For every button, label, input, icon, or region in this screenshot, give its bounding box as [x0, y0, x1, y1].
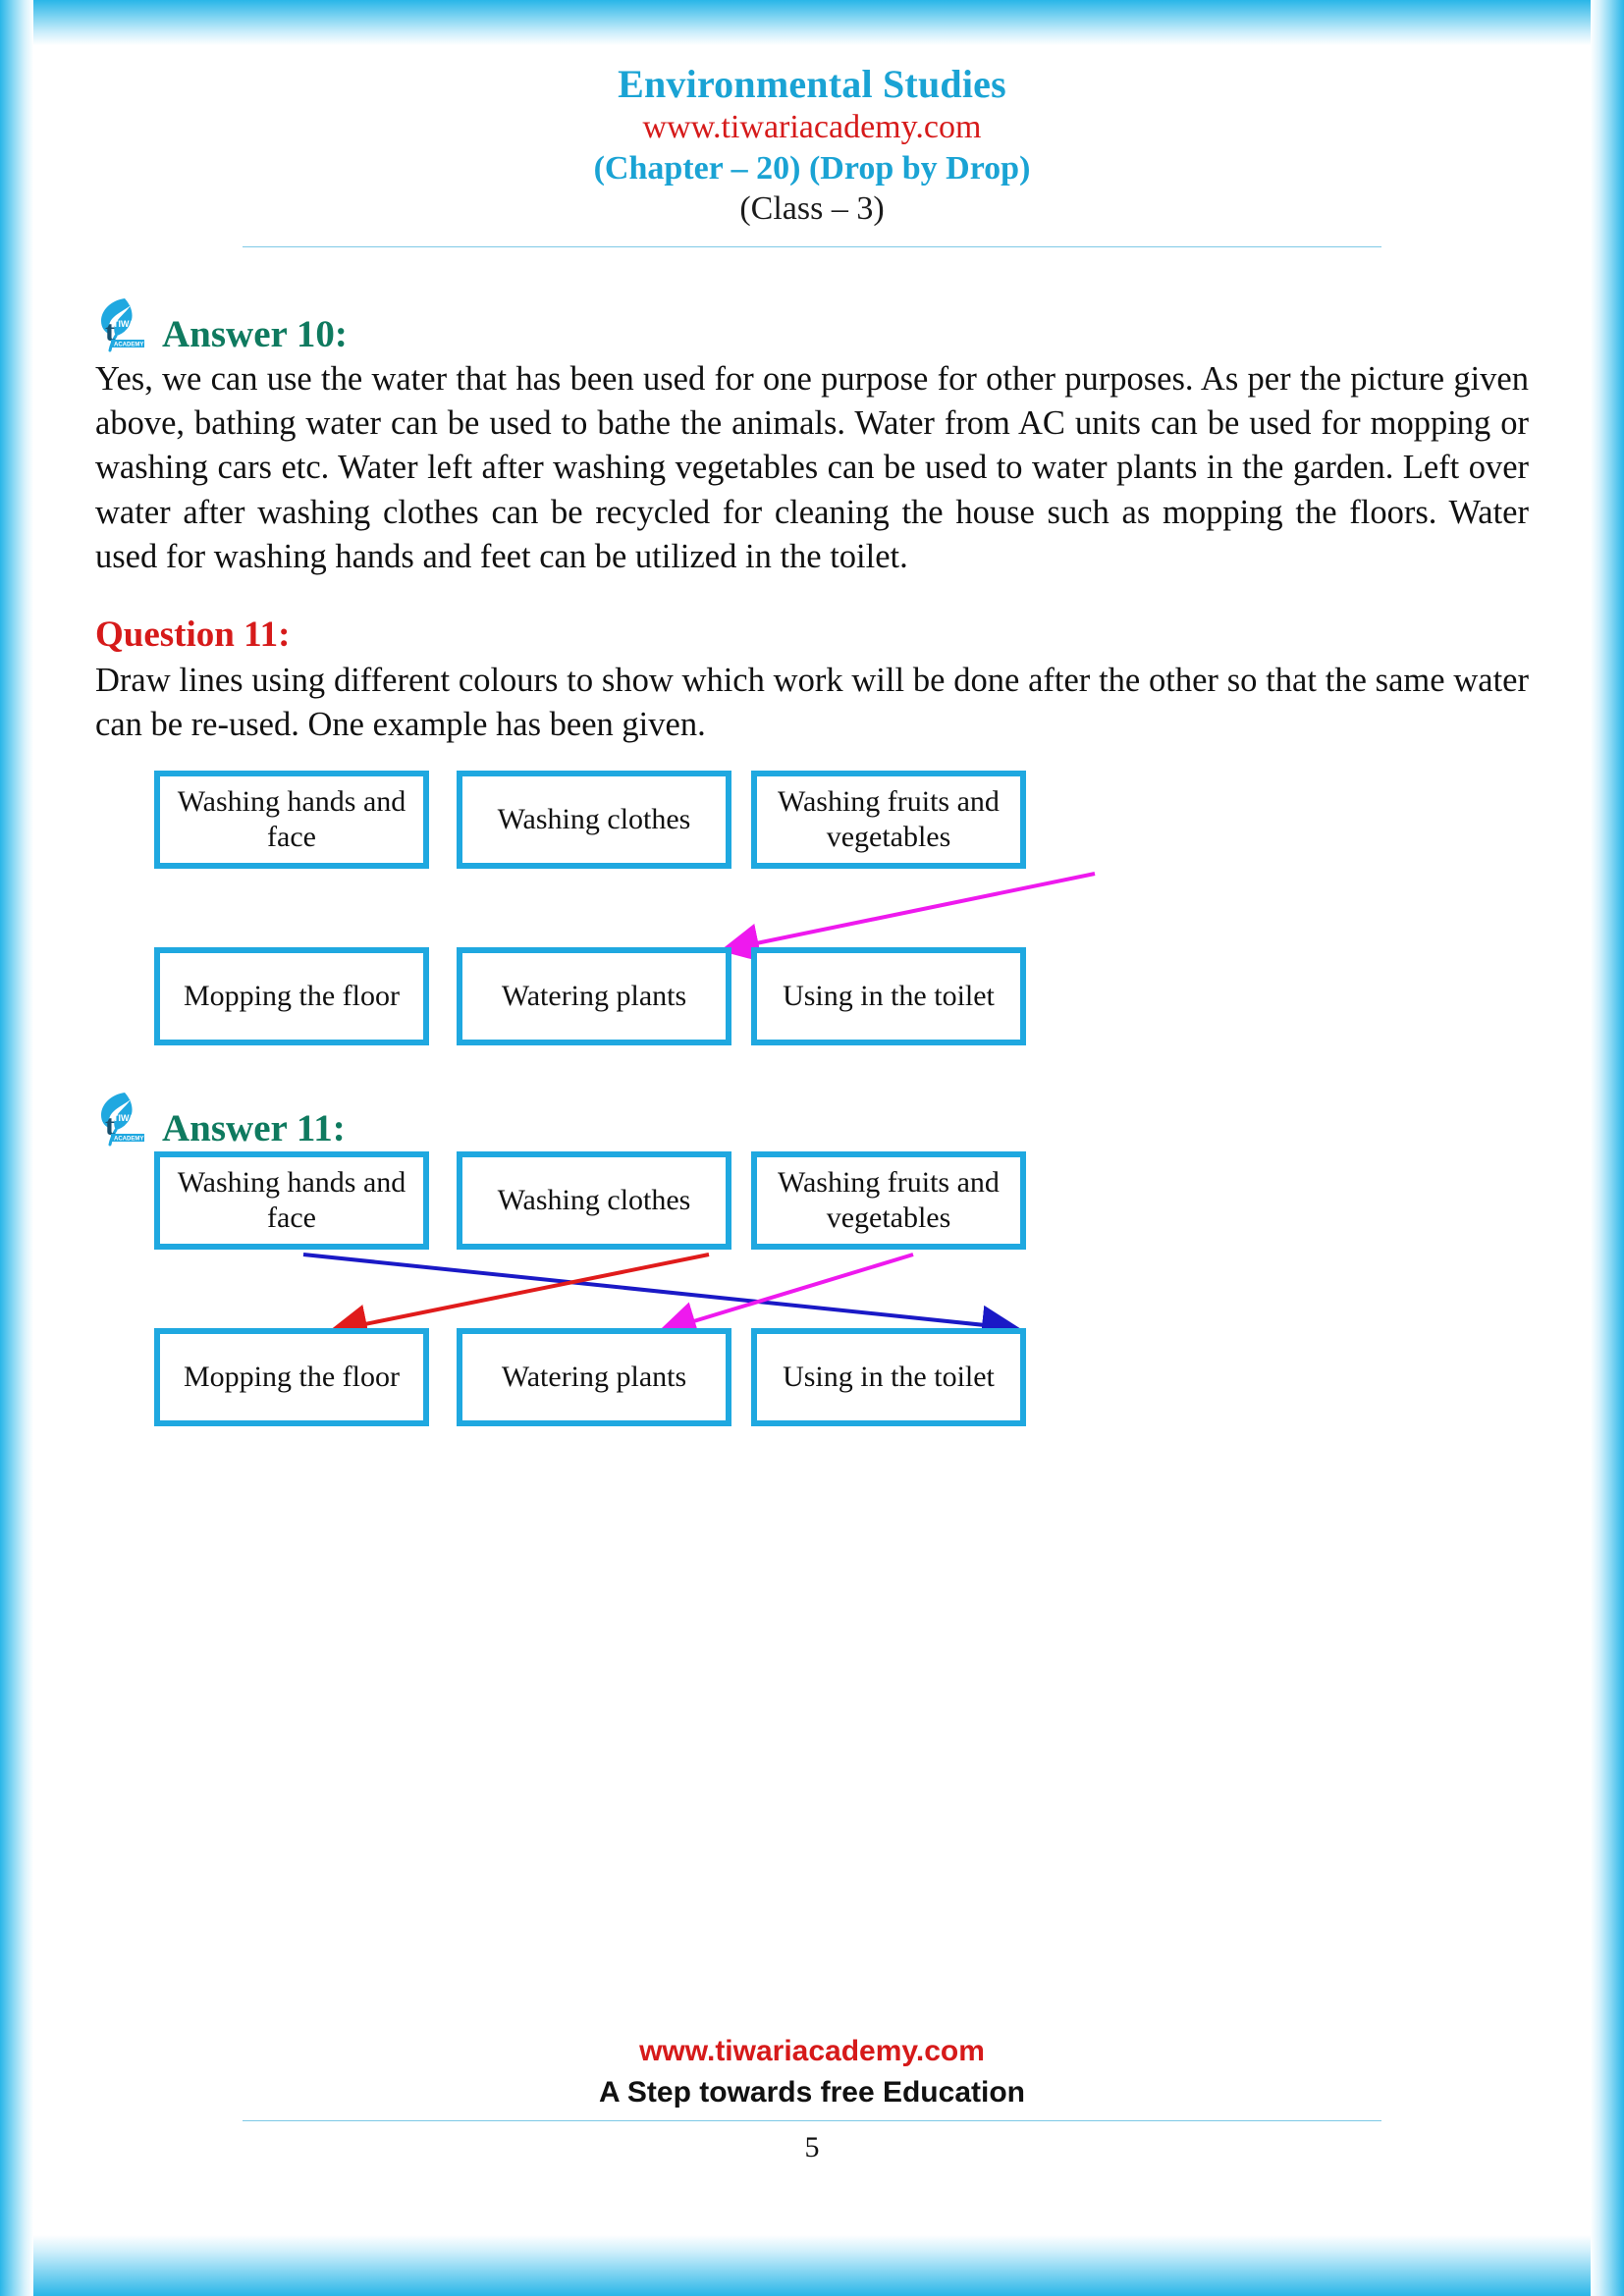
a-box-washing-clothes: Washing clothes [457, 1151, 731, 1251]
question-11-diagram: Washing hands and face Washing clothes W… [95, 771, 1529, 1065]
header-website[interactable]: www.tiwariacademy.com [0, 107, 1624, 147]
footer-tagline: A Step towards free Education [599, 2076, 1025, 2109]
page-number: 5 [804, 2131, 820, 2163]
arrow-fruits-to-watering [720, 872, 1096, 963]
logo-brand-text: TIWARI [113, 319, 144, 329]
page-footer: www.tiwariacademy.com A Step towards fre… [0, 2032, 1624, 2169]
header-class: (Class – 3) [739, 190, 885, 228]
q-box-watering-plants: Watering plants [457, 947, 731, 1046]
q-box-using-toilet: Using in the toilet [751, 947, 1026, 1046]
answer-11-label: Answer 11: [162, 1107, 346, 1150]
question-11-text: Draw lines using different colours to sh… [95, 661, 1529, 744]
q-box-washing-clothes: Washing clothes [457, 771, 731, 870]
answer-11-diagram: Washing hands and face Washing clothes W… [95, 1151, 1529, 1446]
tiwari-feather-logo-icon-2: t TIWARI ACADEMY [95, 1089, 160, 1148]
svg-text:ACADEMY: ACADEMY [114, 1137, 143, 1143]
header-chapter: (Chapter – 20) (Drop by Drop) [593, 149, 1031, 187]
answer-11-heading: t TIWARI ACADEMY Answer 11: [95, 1089, 1529, 1148]
answer-10-text: Yes, we can use the water that has been … [95, 359, 1529, 575]
q-box-mopping-floor: Mopping the floor [154, 947, 429, 1046]
arrow-fruits-to-watering-2 [657, 1253, 914, 1341]
arrow-hands-to-toilet [302, 1253, 1021, 1345]
a-box-watering-plants: Watering plants [457, 1328, 731, 1427]
q-box-washing-hands: Washing hands and face [154, 771, 429, 870]
answer-10-label: Answer 10: [162, 312, 348, 355]
logo-sub-text: ACADEMY [114, 342, 143, 347]
footer-website[interactable]: www.tiwariacademy.com [0, 2032, 1624, 2070]
a-box-using-toilet: Using in the toilet [751, 1328, 1026, 1427]
svg-text:TIWARI: TIWARI [113, 1113, 144, 1123]
question-11-label: Question 11: [95, 614, 291, 655]
a-box-washing-fruits: Washing fruits and vegetables [751, 1151, 1026, 1251]
answer-10-heading: t TIWARI ACADEMY Answer 10: [95, 294, 1529, 353]
a-box-washing-hands: Washing hands and face [154, 1151, 429, 1251]
a-box-mopping-floor: Mopping the floor [154, 1328, 429, 1427]
page-header: Environmental Studies www.tiwariacademy.… [0, 0, 1624, 247]
page-content: t TIWARI ACADEMY Answer 10: Yes, we can … [95, 247, 1529, 1446]
document-page: Environmental Studies www.tiwariacademy.… [0, 0, 1624, 2296]
document-title: Environmental Studies [618, 62, 1006, 106]
tiwari-feather-logo-icon: t TIWARI ACADEMY [95, 294, 160, 353]
q-box-washing-fruits: Washing fruits and vegetables [751, 771, 1026, 870]
arrow-clothes-to-mopping [328, 1253, 710, 1344]
